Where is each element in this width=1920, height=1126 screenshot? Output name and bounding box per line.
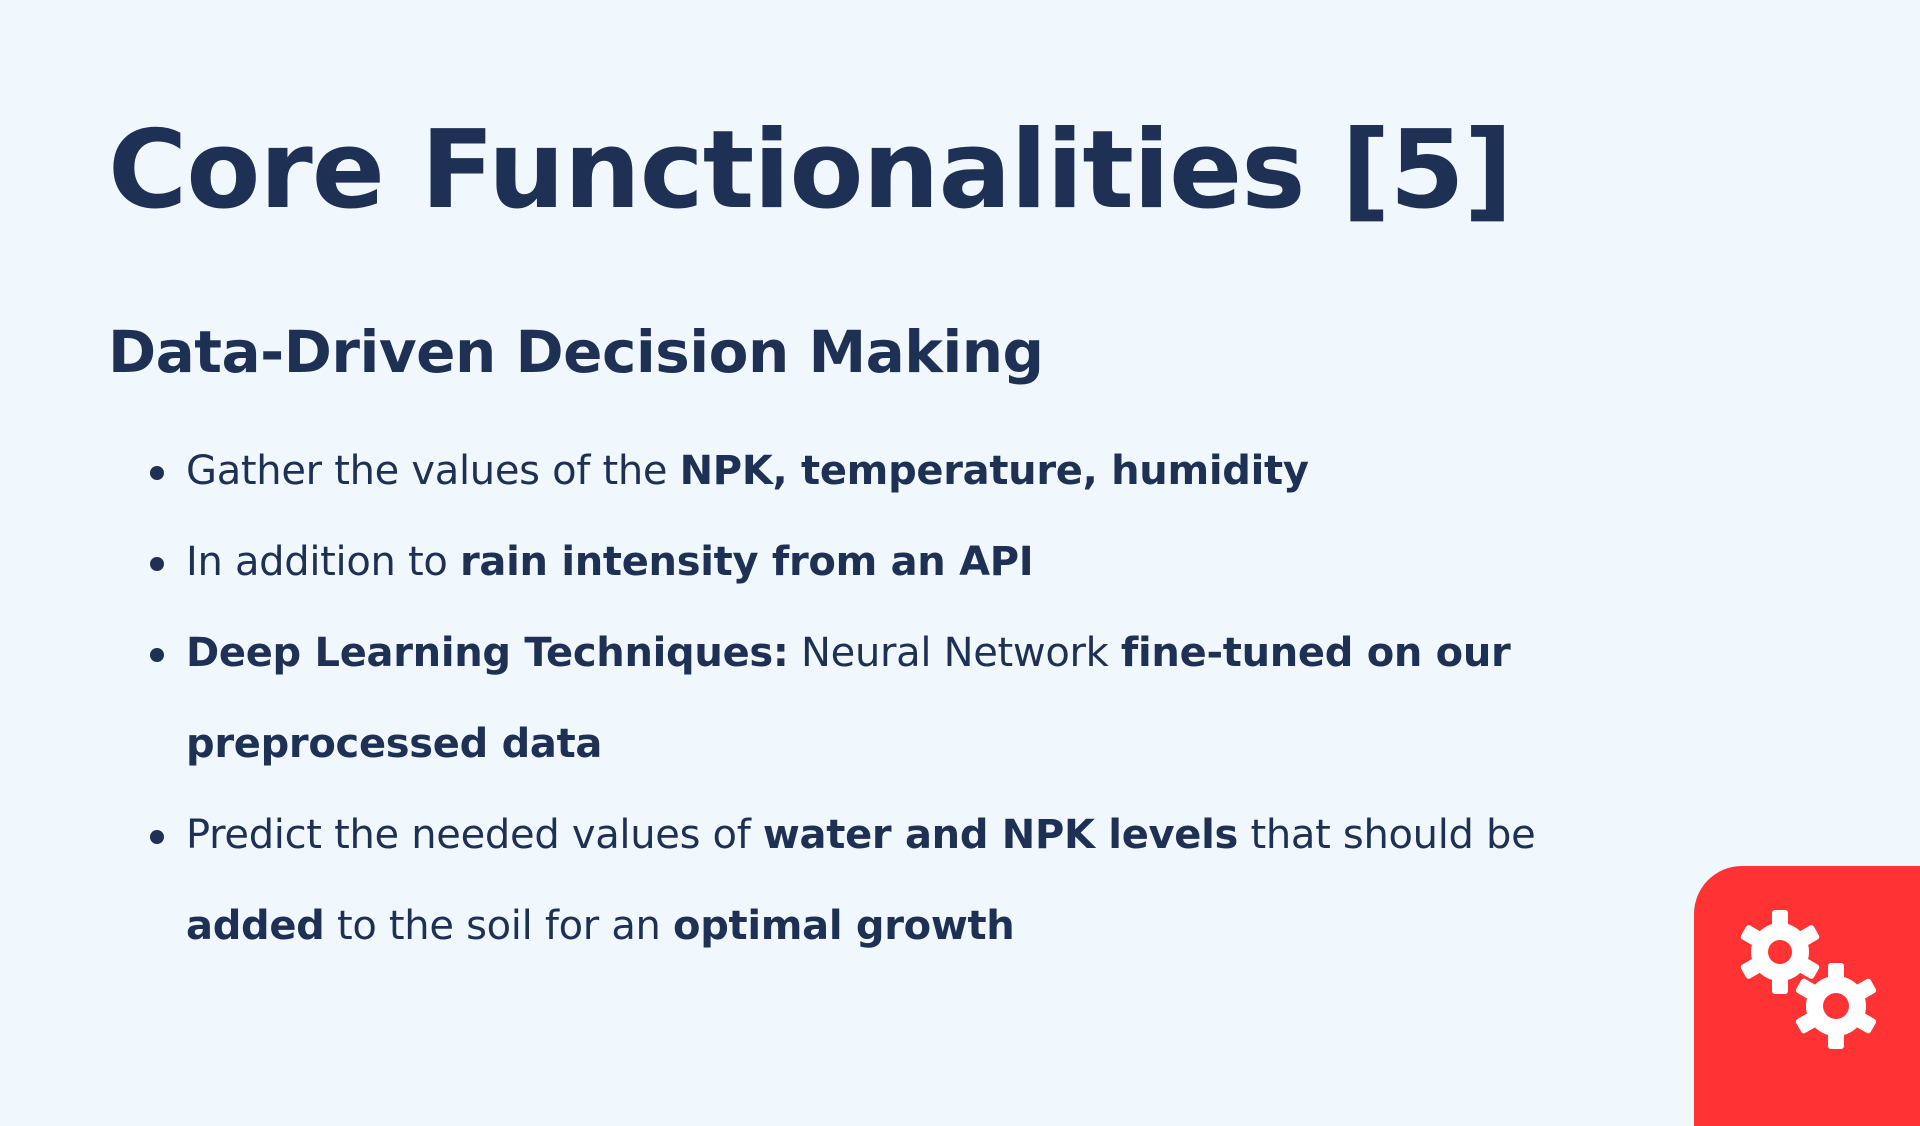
bullet-dot — [150, 557, 164, 571]
bullet-text-segment: to the soil for an — [324, 903, 674, 949]
bullet-item: In addition to rain intensity from an AP… — [150, 517, 1630, 608]
bullet-text-segment: Predict the needed values of — [186, 812, 763, 858]
bullet-text-segment: Neural Network — [788, 630, 1121, 676]
bullet-text-segment-bold: NPK, temperature, humidity — [679, 448, 1309, 494]
bullet-list: Gather the values of the NPK, temperatur… — [150, 426, 1630, 972]
gears-icon — [1740, 910, 1877, 1049]
bullet-item: Predict the needed values of water and N… — [150, 790, 1630, 972]
bullet-text-segment-bold: optimal growth — [673, 903, 1015, 949]
slide-subtitle: Data-Driven Decision Making — [108, 318, 1044, 386]
bullet-text-segment: In addition to — [186, 539, 460, 585]
bullet-dot — [150, 466, 164, 480]
bullet-text-segment: that should be — [1238, 812, 1536, 858]
bullet-text-segment-bold: water and NPK levels — [762, 812, 1239, 858]
bullet-text-segment-bold: Deep Learning Techniques: — [186, 630, 789, 676]
bullet-text-segment: Gather the values of the — [186, 448, 680, 494]
bullet-item: Deep Learning Techniques: Neural Network… — [150, 608, 1630, 790]
bullet-text-segment-bold: rain intensity from an API — [459, 539, 1034, 585]
bullet-dot — [150, 830, 164, 844]
slide-title: Core Functionalities [5] — [108, 108, 1513, 233]
bullet-item: Gather the values of the NPK, temperatur… — [150, 426, 1630, 517]
bullet-dot — [150, 648, 164, 662]
gear-badge — [1694, 866, 1920, 1126]
bullet-text-segment-bold: added — [186, 903, 325, 949]
